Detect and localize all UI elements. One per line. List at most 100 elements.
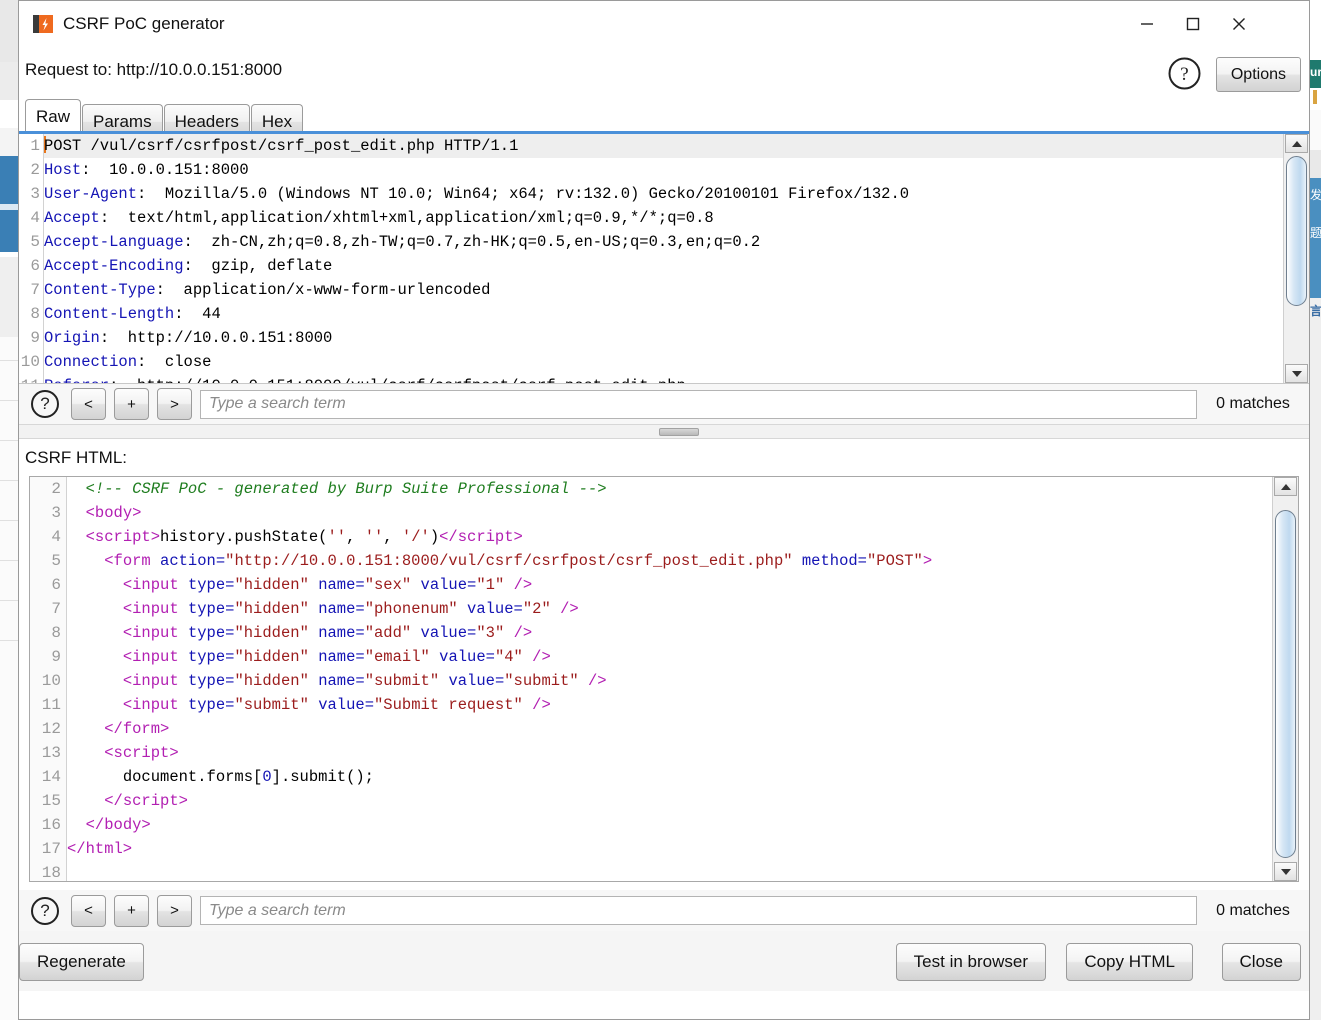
html-line[interactable]: </script>	[67, 789, 1272, 813]
request-line[interactable]: User-Agent: Mozilla/5.0 (Windows NT 10.0…	[44, 182, 1283, 206]
line-number: 7	[51, 600, 61, 618]
request-line[interactable]: Host: 10.0.0.151:8000	[44, 158, 1283, 182]
code-token: "sex"	[364, 576, 412, 594]
html-line[interactable]: <form action="http://10.0.0.151:8000/vul…	[67, 549, 1272, 573]
html-line[interactable]: </html>	[67, 837, 1272, 861]
code-token: name=	[318, 672, 365, 690]
html-line[interactable]: <input type="hidden" name="email" value=…	[67, 645, 1272, 669]
help-circle-icon[interactable]: ?	[31, 390, 59, 418]
request-raw-editor[interactable]: 1 2 3 4 5 6 7 8 9 10 11 POST /vul/csrf/csrfpost/cs…	[19, 133, 1309, 383]
html-line[interactable]: <body>	[67, 501, 1272, 525]
request-line[interactable]: Accept-Encoding: gzip, deflate	[44, 254, 1283, 278]
line-number: 8	[30, 305, 40, 323]
search-prev-button[interactable]: <	[71, 388, 106, 420]
code-token: "2"	[522, 600, 551, 618]
line-number: 18	[41, 864, 61, 882]
request-search-input[interactable]: Type a search term	[200, 389, 1197, 419]
line-number: 2	[51, 480, 61, 498]
search-prev-button[interactable]: <	[71, 894, 106, 927]
code-token: history.pushState(	[160, 528, 328, 546]
code-token: "1"	[476, 576, 505, 594]
bg-strip	[0, 100, 18, 129]
close-button[interactable]: Close	[1221, 943, 1301, 981]
panel-splitter[interactable]	[19, 424, 1309, 439]
html-line[interactable]: document.forms[0].submit();	[67, 765, 1272, 789]
header-name: User-Agent	[44, 185, 138, 203]
request-line[interactable]: Origin: http://10.0.0.151:8000	[44, 326, 1283, 350]
scroll-down-icon[interactable]	[1274, 862, 1297, 881]
html-search-input[interactable]: Type a search term	[200, 896, 1197, 925]
line-number: 6	[30, 257, 40, 275]
request-line[interactable]: Referer: http://10.0.0.151:8000/vul/csrf…	[44, 374, 1283, 383]
html-search-bar: ? < + > Type a search term 0 matches	[19, 890, 1309, 931]
bg-strip	[0, 62, 18, 100]
html-code-area[interactable]: <!-- CSRF PoC - generated by Burp Suite …	[67, 477, 1272, 881]
regenerate-button[interactable]: Regenerate	[19, 943, 144, 981]
code-token: "add"	[364, 624, 412, 642]
search-add-button[interactable]: +	[114, 388, 149, 420]
request-vertical-scrollbar[interactable]	[1283, 134, 1309, 383]
request-line[interactable]: Accept-Language: zh-CN,zh;q=0.8,zh-TW;q=…	[44, 230, 1283, 254]
html-line[interactable]: <script>history.pushState('', '', '/')</…	[67, 525, 1272, 549]
scroll-up-icon[interactable]	[1285, 134, 1308, 153]
scrollbar-thumb[interactable]	[1275, 510, 1296, 858]
request-code-area[interactable]: POST /vul/csrf/csrfpost/csrf_post_edit.p…	[44, 134, 1283, 383]
bg-strip	[1310, 0, 1321, 60]
search-next-button[interactable]: >	[157, 388, 192, 420]
line-number: 6	[51, 576, 61, 594]
minimize-icon[interactable]	[1124, 1, 1170, 47]
copy-html-button[interactable]: Copy HTML	[1066, 943, 1193, 981]
close-icon[interactable]	[1216, 1, 1262, 47]
search-next-button[interactable]: >	[157, 894, 192, 927]
help-circle-icon[interactable]: ?	[31, 896, 59, 925]
html-vertical-scrollbar[interactable]	[1272, 477, 1298, 881]
code-token: />	[532, 648, 551, 666]
html-line[interactable]: </form>	[67, 717, 1272, 741]
html-line[interactable]: </body>	[67, 813, 1272, 837]
request-line[interactable]: Content-Length: 44	[44, 302, 1283, 326]
request-line[interactable]: Content-Type: application/x-www-form-url…	[44, 278, 1283, 302]
search-add-button[interactable]: +	[114, 894, 149, 927]
help-circle-icon[interactable]: ?	[1166, 55, 1203, 92]
options-button[interactable]: Options	[1215, 57, 1301, 92]
test-in-browser-button[interactable]: Test in browser	[895, 943, 1046, 981]
scroll-up-icon[interactable]	[1274, 477, 1297, 496]
code-token: value=	[467, 600, 523, 618]
csrf-html-editor[interactable]: 2 3 4 5 6 7 8 9 10 11 12 13 14 15 16 17 18 <!-- CSRF PoC…	[29, 476, 1299, 882]
code-token: <input	[122, 672, 188, 690]
request-line[interactable]: Accept: text/html,application/xhtml+xml,…	[44, 206, 1283, 230]
scroll-down-icon[interactable]	[1285, 364, 1308, 383]
html-line[interactable]: <script>	[67, 741, 1272, 765]
request-line[interactable]: Connection: close	[44, 350, 1283, 374]
html-line[interactable]: <input type="hidden" name="phonenum" val…	[67, 597, 1272, 621]
html-line[interactable]: <!-- CSRF PoC - generated by Burp Suite …	[67, 477, 1272, 501]
html-line[interactable]: <input type="submit" value="Submit reque…	[67, 693, 1272, 717]
maximize-icon[interactable]	[1170, 1, 1216, 47]
html-line[interactable]: <input type="hidden" name="submit" value…	[67, 669, 1272, 693]
request-line[interactable]: POST /vul/csrf/csrfpost/csrf_post_edit.p…	[44, 134, 1283, 158]
code-token: ,	[346, 528, 365, 546]
html-line[interactable]: <input type="hidden" name="sex" value="1…	[67, 573, 1272, 597]
line-number: 1	[30, 137, 40, 155]
code-token: ].submit();	[271, 768, 374, 786]
html-line[interactable]	[67, 861, 1272, 881]
bg-strip	[1310, 150, 1321, 178]
html-line[interactable]: <input type="hidden" name="add" value="3…	[67, 621, 1272, 645]
splitter-handle[interactable]	[659, 428, 699, 436]
scrollbar-thumb[interactable]	[1286, 156, 1307, 306]
code-token: <input	[122, 648, 188, 666]
code-token: />	[513, 624, 533, 642]
